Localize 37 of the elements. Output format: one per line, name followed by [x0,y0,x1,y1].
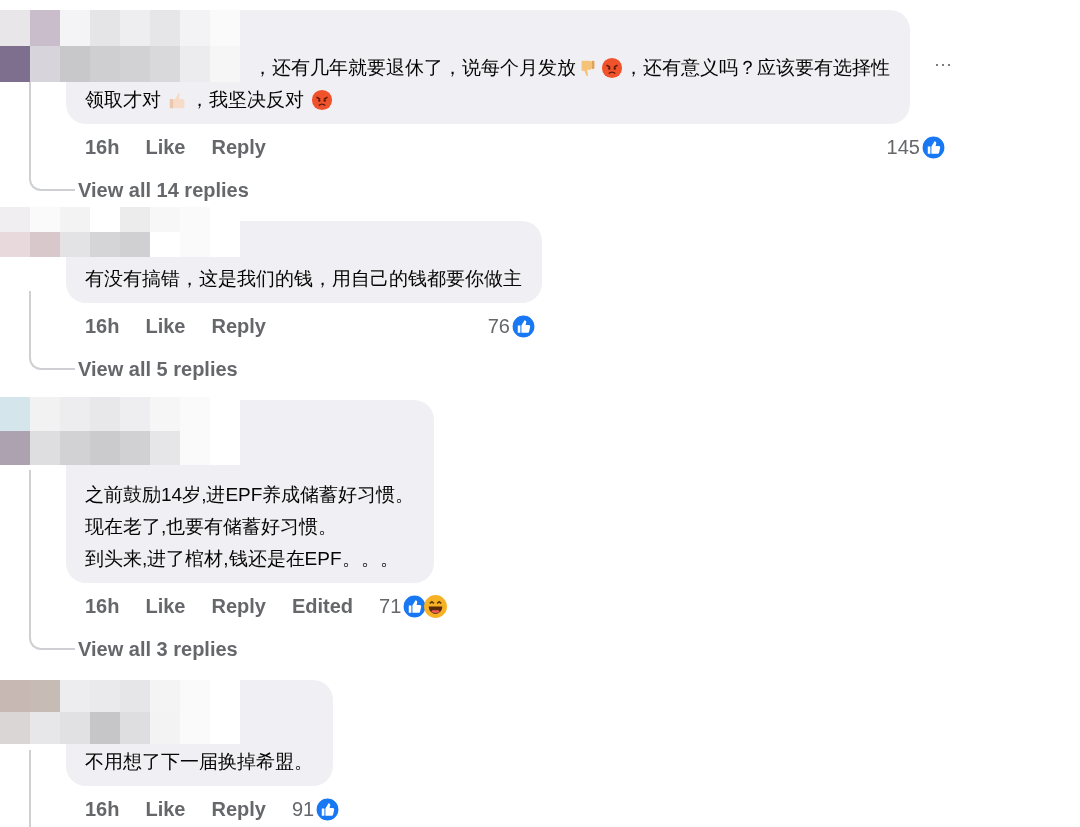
reaction-count: 71 [379,594,402,618]
like-reaction-icon [511,313,536,339]
action-link[interactable]: Like [145,797,186,821]
action-link[interactable]: Like [145,135,186,159]
comment-text: ，还有意义吗？应该要有选择性 [624,56,890,80]
reaction-count: 76 [487,314,510,338]
comment-time: 16h [85,135,120,159]
comment-text: 之前鼓励14岁,进EPF养成储蓄好习惯。 [85,483,415,507]
like-reaction-icon [402,593,428,619]
view-replies-link[interactable]: View all 14 replies [66,175,249,205]
comment-time: 16h [85,314,120,338]
view-replies-link[interactable]: View all 3 replies [66,634,238,664]
comment-text: 现在老了,也要有储蓄好习惯。 [85,515,338,539]
action-link[interactable]: Reply [211,135,266,159]
action-link[interactable]: Like [145,594,186,618]
reaction-count: 91 [291,797,315,821]
angry-face-icon [310,89,333,111]
action-link[interactable]: Reply [211,594,266,618]
comment-text: 有没有搞错，这是我们的钱，用自己的钱都要你做主 [85,267,522,291]
comment-text: 到头来,进了棺材,钱还是在EPF。。。 [85,547,399,571]
action-link[interactable]: Reply [211,314,266,338]
action-link[interactable]: Reply [211,797,266,821]
view-replies-link[interactable]: View all 5 replies [66,354,238,384]
laughing-face-icon [423,593,449,619]
comment-text: 不用想了下一届换掉希盟。 [85,750,313,774]
reaction-count: 145 [886,135,920,159]
like-reaction-icon [315,796,341,822]
comment-time: 16h [85,594,120,618]
comment-text: ，我坚决反对 [190,88,306,112]
comment-text: ，还有几年就要退休了，说每个月发放 [253,56,576,80]
comment-time: 16h [85,797,120,821]
like-reaction-icon [921,134,946,160]
comment-text: 领取才对 [85,88,162,112]
edited-label: Edited [291,594,354,618]
action-link[interactable]: Like [145,314,186,338]
angry-face-icon [601,57,623,79]
more-options-button[interactable]: ··· [934,54,952,75]
